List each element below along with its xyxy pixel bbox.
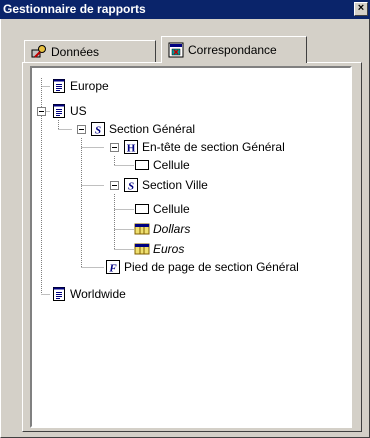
title-bar: Gestionnaire de rapports ×	[0, 0, 370, 19]
document-icon	[51, 103, 67, 119]
tree-node-section-ville[interactable]: S Section Ville	[123, 175, 208, 195]
section-icon: S	[123, 177, 139, 193]
tree-node-cellule[interactable]: Cellule	[134, 199, 190, 219]
tree-node-europe[interactable]: Europe	[51, 76, 109, 96]
tree-label: Dollars	[153, 222, 191, 236]
tree-label: US	[70, 104, 87, 118]
svg-text:S: S	[95, 125, 101, 137]
footer-icon: F	[105, 259, 121, 275]
collapse-section-ville[interactable]	[110, 181, 119, 190]
tree-label: Worldwide	[70, 287, 126, 301]
svg-text:S: S	[128, 181, 134, 193]
tab-donnees-label: Données	[51, 44, 100, 59]
svg-text:H: H	[127, 143, 136, 155]
tab-correspondance-label: Correspondance	[188, 43, 277, 57]
section-icon: S	[90, 121, 106, 137]
tree-node-section-general[interactable]: S Section Général	[90, 119, 195, 139]
tree-label: Cellule	[153, 202, 190, 216]
mapping-icon	[168, 42, 184, 58]
tree-label: Cellule	[153, 158, 190, 172]
tab-correspondance[interactable]: Correspondance	[161, 36, 307, 63]
tree-node-pied-de-page[interactable]: F Pied de page de section Général	[105, 257, 299, 277]
document-icon	[51, 286, 67, 302]
tree-node-dollars[interactable]: Dollars	[134, 219, 190, 239]
tree-label: Section Général	[109, 122, 196, 136]
field-icon	[134, 221, 150, 237]
cell-icon	[134, 201, 150, 217]
tree-label: Europe	[70, 79, 109, 93]
header-icon: H	[123, 139, 139, 155]
close-button[interactable]: ×	[354, 2, 368, 16]
tree-node-euros[interactable]: Euros	[134, 239, 184, 259]
tree-node-cellule[interactable]: Cellule	[134, 155, 190, 175]
tree-node-us[interactable]: US	[51, 101, 87, 121]
data-icon	[31, 44, 47, 60]
tree-label: En-tête de section Général	[142, 140, 285, 154]
document-icon	[51, 78, 67, 94]
tree-node-worldwide[interactable]: Worldwide	[51, 284, 126, 304]
collapse-us[interactable]	[37, 107, 46, 116]
tree-node-entete-section[interactable]: H En-tête de section Général	[123, 137, 285, 157]
svg-text:F: F	[108, 263, 117, 275]
tree-label: Pied de page de section Général	[124, 260, 299, 274]
window-title: Gestionnaire de rapports	[3, 2, 146, 16]
collapse-section-general[interactable]	[77, 125, 86, 134]
tree-label: Section Ville	[142, 178, 208, 192]
tab-donnees[interactable]: Données	[24, 40, 156, 62]
report-tree[interactable]: Europe US S Section Général H En-tête de…	[30, 66, 352, 428]
cell-icon	[134, 157, 150, 173]
tree-label: Euros	[153, 242, 185, 256]
field-icon	[134, 241, 150, 257]
collapse-entete-section[interactable]	[110, 143, 119, 152]
